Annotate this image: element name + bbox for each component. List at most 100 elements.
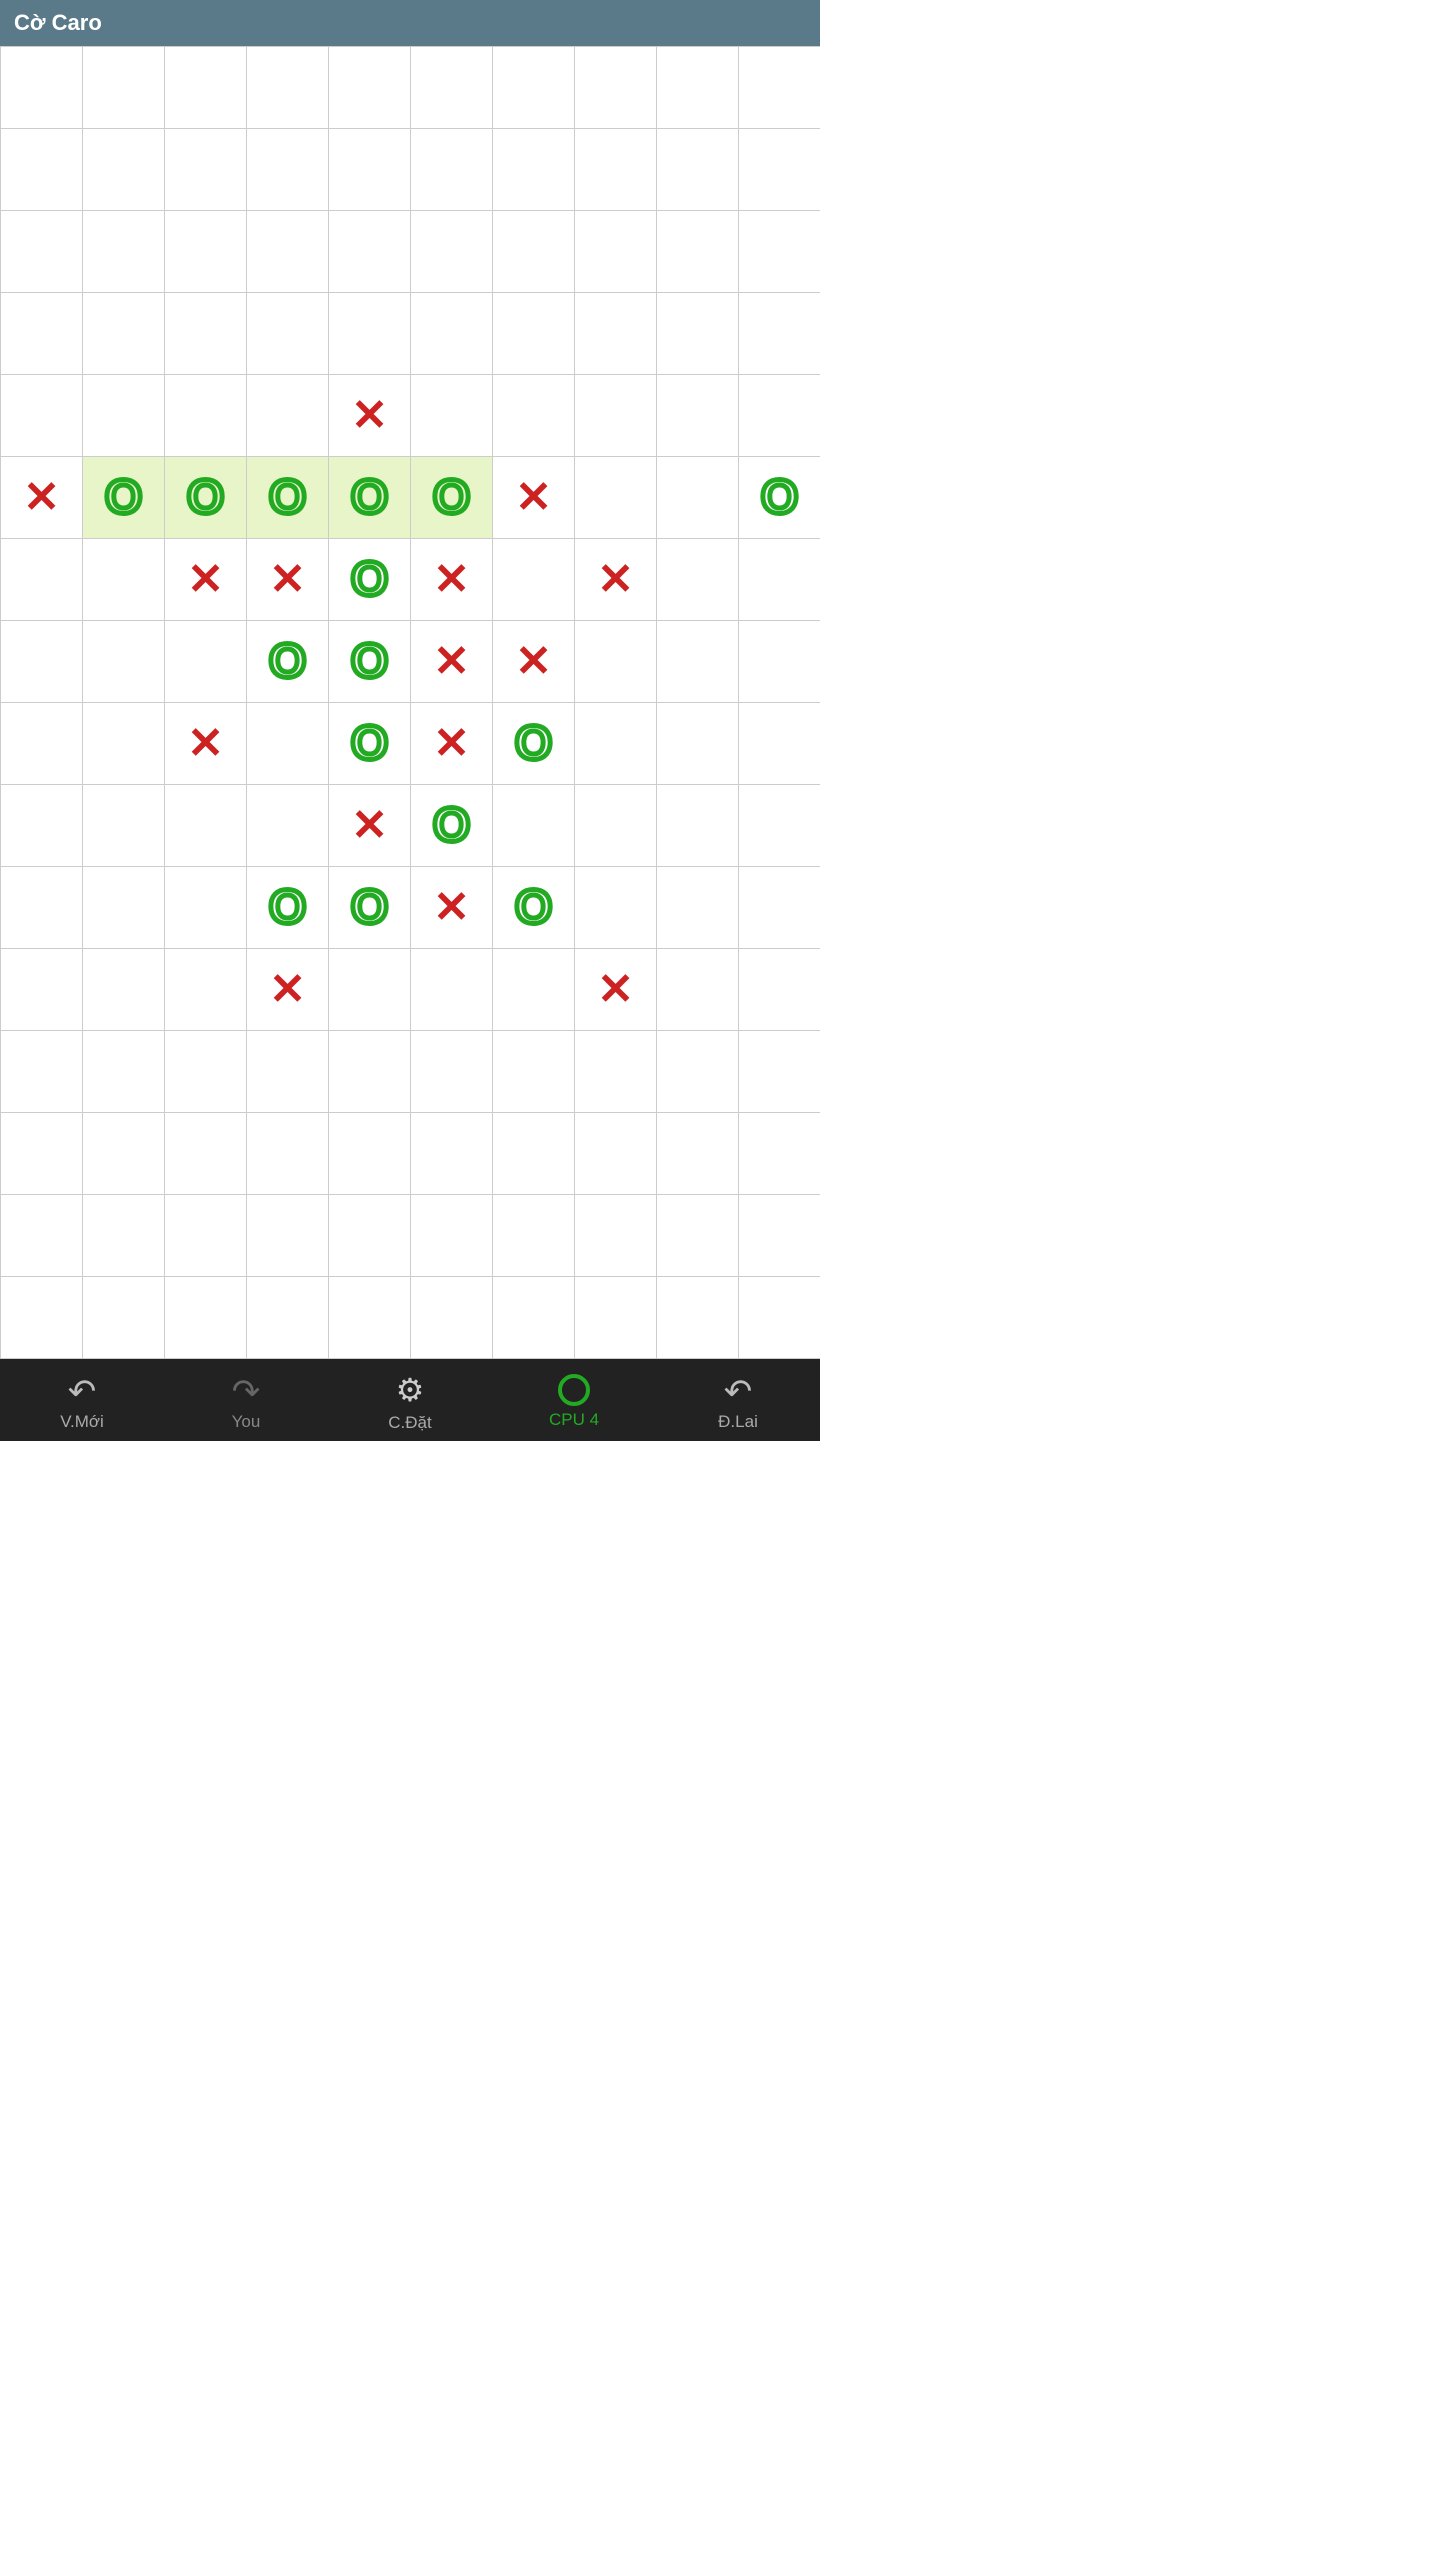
cell[interactable] (83, 703, 165, 785)
cell[interactable] (329, 1195, 411, 1277)
cell[interactable] (83, 211, 165, 293)
cell[interactable] (165, 785, 247, 867)
cell[interactable]: O (329, 621, 411, 703)
cell[interactable]: O (411, 457, 493, 539)
cell[interactable] (165, 1113, 247, 1195)
cell[interactable]: O (329, 457, 411, 539)
cell[interactable] (165, 211, 247, 293)
cell[interactable] (739, 621, 820, 703)
cell[interactable] (739, 1113, 820, 1195)
cell[interactable] (247, 47, 329, 129)
cell[interactable]: ✕ (411, 703, 493, 785)
cell[interactable] (739, 867, 820, 949)
cell[interactable] (493, 47, 575, 129)
cell[interactable] (657, 1113, 739, 1195)
cell[interactable] (493, 1277, 575, 1359)
undo-button[interactable]: ↶ Đ.Lai (698, 1372, 778, 1432)
cell[interactable] (83, 47, 165, 129)
cell[interactable] (329, 47, 411, 129)
cell[interactable]: ✕ (411, 867, 493, 949)
cell[interactable] (165, 129, 247, 211)
cell[interactable] (657, 539, 739, 621)
cell[interactable] (247, 375, 329, 457)
cell[interactable] (1, 867, 83, 949)
cell[interactable] (329, 1031, 411, 1113)
cell[interactable]: O (247, 457, 329, 539)
cell[interactable]: ✕ (411, 621, 493, 703)
cell[interactable] (739, 1031, 820, 1113)
cell[interactable] (739, 47, 820, 129)
cell[interactable] (83, 867, 165, 949)
cell[interactable] (247, 1195, 329, 1277)
cell[interactable] (165, 621, 247, 703)
cell[interactable] (1, 621, 83, 703)
cell[interactable] (493, 1031, 575, 1113)
cell[interactable] (657, 621, 739, 703)
cell[interactable]: ✕ (493, 621, 575, 703)
cell[interactable] (657, 949, 739, 1031)
cell[interactable] (739, 211, 820, 293)
cell[interactable] (411, 1277, 493, 1359)
cell[interactable] (247, 703, 329, 785)
cell[interactable]: ✕ (329, 375, 411, 457)
cell[interactable] (657, 211, 739, 293)
cell[interactable] (411, 293, 493, 375)
cell[interactable]: ✕ (1, 457, 83, 539)
cell[interactable] (83, 949, 165, 1031)
cell[interactable] (575, 621, 657, 703)
cell[interactable]: ✕ (493, 457, 575, 539)
cell[interactable] (739, 703, 820, 785)
cell[interactable]: ✕ (575, 539, 657, 621)
cell[interactable] (247, 1113, 329, 1195)
cell[interactable]: ✕ (575, 949, 657, 1031)
cell[interactable] (411, 1195, 493, 1277)
cell[interactable] (575, 129, 657, 211)
cell[interactable] (165, 47, 247, 129)
cell[interactable] (575, 375, 657, 457)
cell[interactable] (83, 1277, 165, 1359)
cell[interactable] (657, 293, 739, 375)
cell[interactable] (657, 1195, 739, 1277)
cell[interactable] (165, 949, 247, 1031)
cell[interactable] (165, 867, 247, 949)
cell[interactable] (411, 129, 493, 211)
cell[interactable] (493, 375, 575, 457)
cell[interactable] (657, 703, 739, 785)
cell[interactable] (575, 211, 657, 293)
cell[interactable] (493, 211, 575, 293)
game-board[interactable]: ✕✕OOOOO✕O✕✕O✕✕OO✕✕✕O✕O✕OOO✕O✕✕ (0, 46, 820, 1359)
cell[interactable] (575, 1195, 657, 1277)
cell[interactable] (83, 1031, 165, 1113)
cell[interactable]: ✕ (247, 949, 329, 1031)
cell[interactable] (493, 1195, 575, 1277)
cell[interactable] (165, 1031, 247, 1113)
cell[interactable] (83, 539, 165, 621)
cell[interactable] (1, 1113, 83, 1195)
cell[interactable]: ✕ (247, 539, 329, 621)
cell[interactable] (493, 785, 575, 867)
cell[interactable]: O (411, 785, 493, 867)
cell[interactable] (1, 539, 83, 621)
cell[interactable] (247, 129, 329, 211)
cell[interactable] (739, 539, 820, 621)
cell[interactable] (83, 129, 165, 211)
cell[interactable] (575, 1113, 657, 1195)
cell[interactable] (247, 293, 329, 375)
cell[interactable] (739, 949, 820, 1031)
cell[interactable] (83, 293, 165, 375)
cell[interactable] (657, 129, 739, 211)
cell[interactable] (165, 1277, 247, 1359)
cell[interactable] (575, 1277, 657, 1359)
cell[interactable] (1, 47, 83, 129)
cell[interactable] (1, 1195, 83, 1277)
cell[interactable] (657, 375, 739, 457)
cell[interactable] (1, 293, 83, 375)
cell[interactable]: ✕ (165, 703, 247, 785)
cell[interactable] (1, 375, 83, 457)
cell[interactable] (411, 949, 493, 1031)
cell[interactable] (575, 1031, 657, 1113)
cell[interactable] (165, 1195, 247, 1277)
cell[interactable] (657, 867, 739, 949)
cell[interactable]: O (739, 457, 820, 539)
cell[interactable] (83, 785, 165, 867)
